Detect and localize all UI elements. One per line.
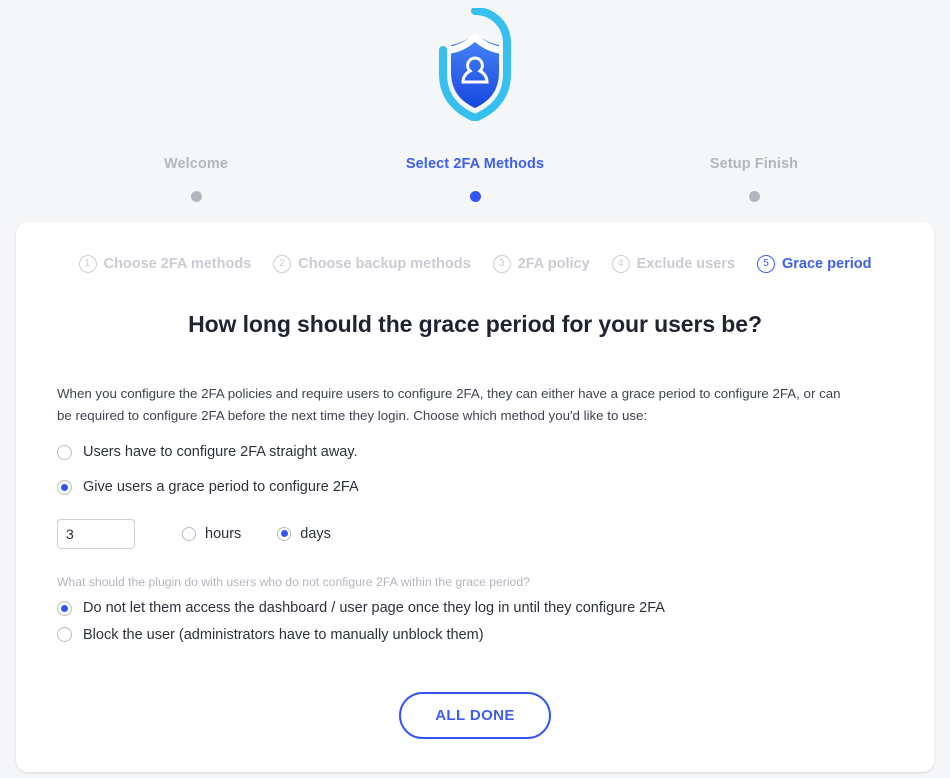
grace-duration-input[interactable] [57, 518, 135, 549]
wizard-card: 1 Choose 2FA methods 2 Choose backup met… [16, 222, 934, 772]
enforcement-option-block-dashboard[interactable]: Do not let them access the dashboard / u… [57, 599, 893, 618]
page-header: Welcome Select 2FA Methods Setup Finish [0, 0, 950, 202]
wizard-step-select-2fa-methods[interactable]: Select 2FA Methods [375, 156, 575, 202]
enforcement-options: Do not let them access the dashboard / u… [57, 599, 893, 645]
page-title: How long should the grace period for you… [188, 311, 762, 337]
substep-choose-backup-methods[interactable]: 2 Choose backup methods [273, 255, 471, 273]
radio-icon[interactable] [57, 600, 72, 616]
all-done-button[interactable]: ALL DONE [399, 692, 551, 740]
duration-unit-hours[interactable]: hours [182, 526, 241, 542]
substep-label: Grace period [782, 256, 872, 272]
wizard-step-indicator: Welcome Select 2FA Methods Setup Finish [0, 156, 950, 202]
app-logo [0, 8, 950, 126]
grace-duration-row: hours days [57, 518, 893, 549]
duration-unit-label: hours [205, 525, 242, 542]
substep-number: 2 [273, 255, 292, 273]
substep-number: 4 [611, 255, 630, 273]
grace-option-straight-away[interactable]: Users have to configure 2FA straight awa… [57, 443, 893, 462]
grace-option-label: Users have to configure 2FA straight awa… [83, 444, 358, 460]
substep-label: 2FA policy [517, 256, 590, 272]
enforcement-option-label: Block the user (administrators have to m… [83, 626, 484, 643]
radio-icon[interactable] [57, 479, 72, 495]
wizard-step-label: Select 2FA Methods [405, 156, 545, 172]
wizard-step-label: Setup Finish [709, 156, 799, 172]
substep-exclude-users[interactable]: 4 Exclude users [611, 255, 735, 273]
wizard-step-dot [469, 191, 481, 202]
enforcement-option-block-user[interactable]: Block the user (administrators have to m… [57, 626, 893, 645]
form-content: When you configure the 2FA policies and … [16, 383, 934, 740]
wizard-step-dot [748, 191, 760, 202]
shield-user-lock-icon [439, 8, 511, 121]
duration-unit-days[interactable]: days [277, 526, 331, 542]
wizard-step-label: Welcome [163, 156, 229, 172]
duration-unit-label: days [300, 525, 331, 542]
substep-nav: 1 Choose 2FA methods 2 Choose backup met… [16, 255, 934, 273]
substep-2fa-policy[interactable]: 3 2FA policy [492, 255, 590, 273]
submit-row: ALL DONE [57, 692, 893, 740]
enforcement-option-label: Do not let them access the dashboard / u… [83, 599, 665, 616]
radio-icon[interactable] [182, 526, 196, 541]
grace-option-label: Give users a grace period to configure 2… [83, 478, 359, 495]
substep-label: Exclude users [636, 256, 735, 272]
wizard-step-dot [190, 191, 202, 202]
radio-icon[interactable] [277, 526, 292, 541]
wizard-step-setup-finish[interactable]: Setup Finish [654, 156, 854, 202]
enforcement-helper-text: What should the plugin do with users who… [57, 574, 530, 589]
substep-choose-2fa-methods[interactable]: 1 Choose 2FA methods [78, 255, 252, 273]
substep-number: 1 [78, 255, 97, 273]
substep-grace-period[interactable]: 5 Grace period [757, 255, 871, 273]
radio-icon[interactable] [57, 444, 72, 460]
wizard-step-welcome[interactable]: Welcome [96, 156, 296, 202]
intro-text: When you configure the 2FA policies and … [57, 386, 841, 423]
substep-label: Choose backup methods [298, 256, 471, 272]
grace-option-grace-period[interactable]: Give users a grace period to configure 2… [57, 478, 893, 497]
substep-number: 3 [492, 255, 511, 273]
substep-number: 5 [757, 255, 775, 273]
substep-label: Choose 2FA methods [103, 256, 252, 272]
radio-icon[interactable] [57, 627, 72, 643]
